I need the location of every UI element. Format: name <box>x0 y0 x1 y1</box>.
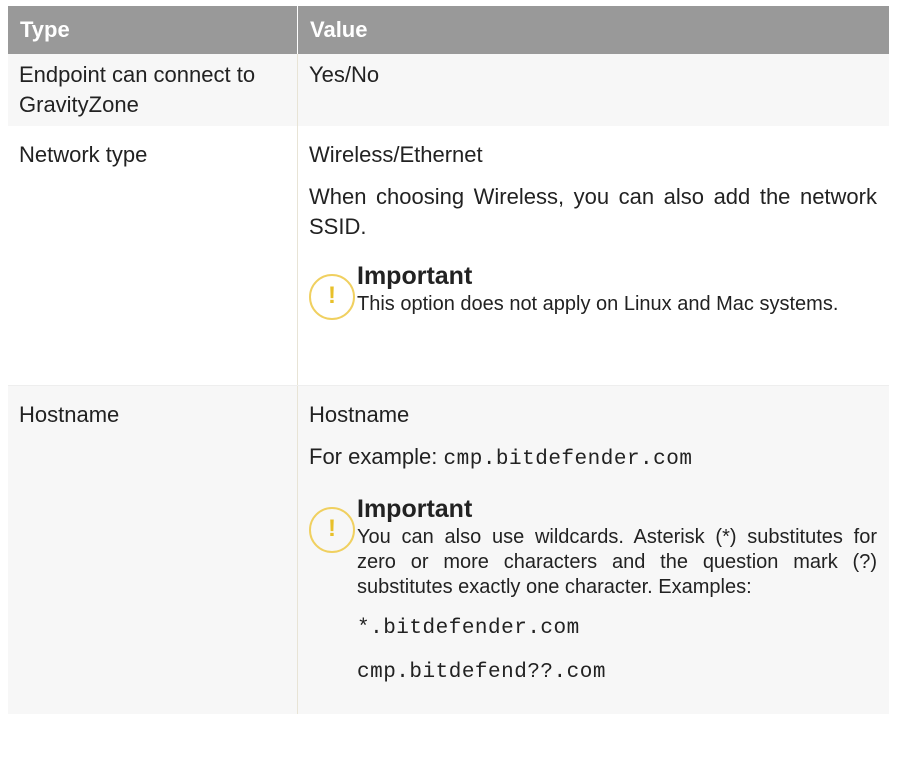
conditions-table: Type Value Endpoint can connect to Gravi… <box>8 6 889 714</box>
code-example: cmp.bitdefend??.com <box>357 661 606 684</box>
important-note: ! Important This option does not apply o… <box>309 262 877 320</box>
example-line: For example: cmp.bitdefender.com <box>309 442 877 475</box>
example-label: For example: <box>309 444 438 469</box>
example-value: cmp.bitdefender.com <box>443 448 693 471</box>
type-label: Hostname <box>19 402 120 427</box>
value-cell: Wireless/Ethernet When choosing Wireless… <box>298 126 889 385</box>
table-row: Endpoint can connect to GravityZone Yes/… <box>8 54 889 126</box>
value-text: Hostname <box>309 402 410 427</box>
value-text: Wireless/Ethernet <box>309 142 483 167</box>
value-cell: Yes/No <box>298 54 889 126</box>
table-row: Network type Wireless/Ethernet When choo… <box>8 126 889 386</box>
type-label: Endpoint can connect to GravityZone <box>19 62 256 117</box>
description-text: When choosing Wireless, you can also add… <box>309 184 877 239</box>
exclamation-icon: ! <box>309 274 355 320</box>
note-text: You can also use wildcards. Asterisk (*)… <box>357 526 877 598</box>
table-row: Hostname Hostname For example: cmp.bitde… <box>8 386 889 714</box>
type-cell: Hostname <box>8 386 298 714</box>
header-type: Type <box>8 6 298 54</box>
code-example: *.bitdefender.com <box>357 617 580 640</box>
value-cell: Hostname For example: cmp.bitdefender.co… <box>298 386 889 714</box>
important-note: ! Important You can also use wildcards. … <box>309 495 877 688</box>
exclamation-icon: ! <box>309 507 355 553</box>
note-text: This option does not apply on Linux and … <box>357 293 839 315</box>
type-cell: Network type <box>8 126 298 385</box>
type-label: Network type <box>19 142 148 167</box>
table-header-row: Type Value <box>8 6 889 54</box>
note-title: Important <box>357 495 473 523</box>
type-cell: Endpoint can connect to GravityZone <box>8 54 298 126</box>
value-text: Yes/No <box>309 62 380 87</box>
note-title: Important <box>357 262 473 290</box>
header-value: Value <box>310 17 368 42</box>
